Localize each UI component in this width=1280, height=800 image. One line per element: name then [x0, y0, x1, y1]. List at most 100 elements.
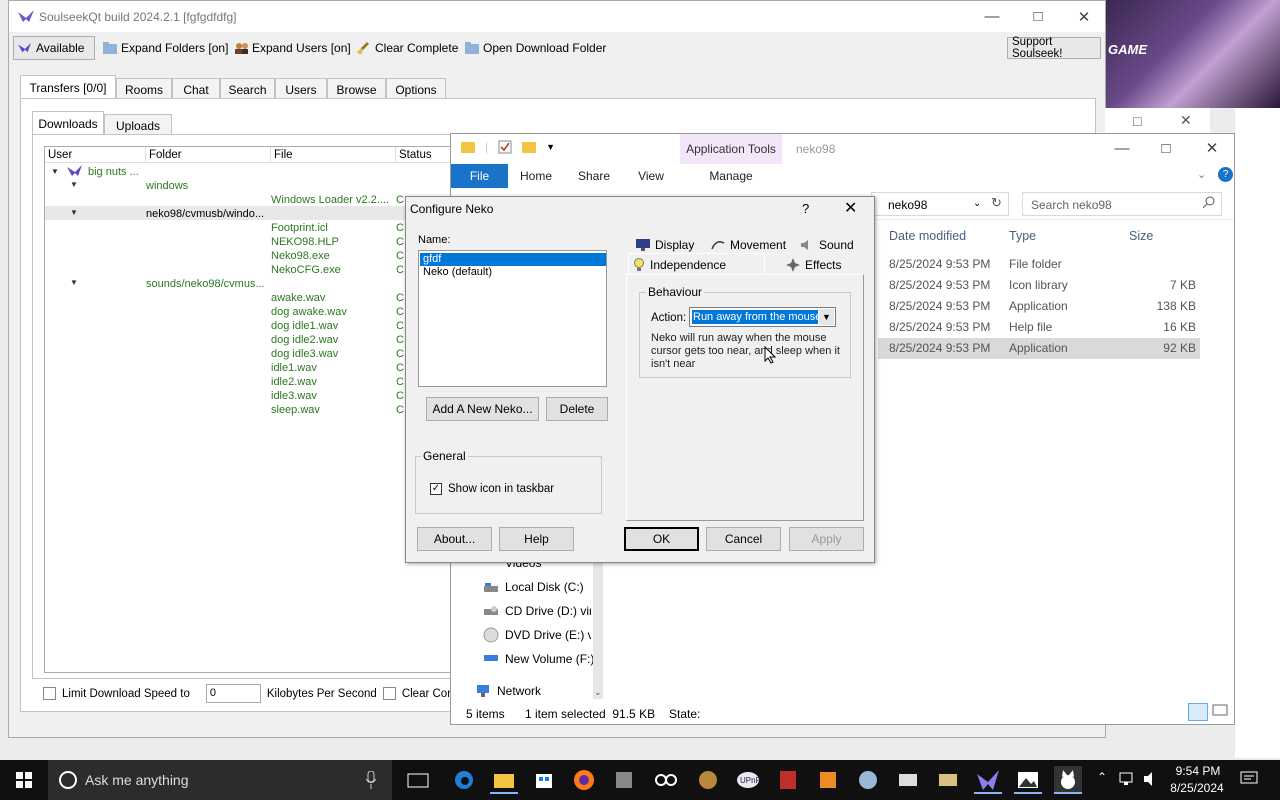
- file-row[interactable]: 8/25/2024 9:53 PM Icon library 7 KB: [878, 275, 1200, 296]
- new-folder-icon[interactable]: [522, 140, 537, 154]
- tab-share[interactable]: Share: [569, 164, 619, 188]
- tab-view[interactable]: View: [626, 164, 676, 188]
- maximize-button[interactable]: □: [1015, 1, 1061, 32]
- about-button[interactable]: About...: [417, 527, 492, 551]
- file-row[interactable]: idle3.wav: [271, 389, 317, 403]
- add-neko-button[interactable]: Add A New Neko...: [426, 397, 539, 421]
- dropdown-arrow-icon[interactable]: ▼: [819, 309, 834, 325]
- file-explorer-icon[interactable]: [490, 766, 518, 794]
- show-icon-checkbox[interactable]: ✓: [430, 483, 442, 495]
- downloads-tree[interactable]: User Folder File Status ▼ big nuts ... ▼…: [44, 146, 459, 673]
- column-header-size[interactable]: Size: [1129, 229, 1153, 243]
- network-tray-icon[interactable]: [1118, 771, 1136, 787]
- minimize-button[interactable]: —: [969, 1, 1015, 32]
- nav-item-network[interactable]: Network: [497, 684, 541, 698]
- clock-time[interactable]: 9:54 PM: [1174, 764, 1222, 778]
- tab-chat[interactable]: Chat: [172, 78, 220, 100]
- open-download-folder-button[interactable]: Open Download Folder: [461, 37, 610, 59]
- folder-app-icon[interactable]: [934, 766, 962, 794]
- volume-tray-icon[interactable]: [1143, 771, 1159, 787]
- tab-downloads[interactable]: Downloads: [32, 111, 104, 136]
- clear-complete-checkbox[interactable]: [382, 687, 396, 700]
- file-row[interactable]: 8/25/2024 9:53 PM File folder: [878, 254, 1200, 275]
- file-row[interactable]: Windows Loader v2.2....: [271, 193, 389, 207]
- soulseek-taskbar-icon[interactable]: [974, 766, 1002, 794]
- collapse-arrow-icon[interactable]: ▼: [70, 208, 78, 217]
- file-row-selected[interactable]: 8/25/2024 9:53 PM Application 92 KB: [878, 338, 1200, 359]
- edge-icon[interactable]: [450, 766, 478, 794]
- file-row[interactable]: dog idle1.wav: [271, 319, 338, 333]
- list-item-selected[interactable]: gfdf: [420, 253, 606, 266]
- file-row[interactable]: sleep.wav: [271, 403, 320, 417]
- microphone-icon[interactable]: [366, 771, 376, 789]
- nav-scrollbar[interactable]: [593, 554, 603, 699]
- column-header-date[interactable]: Date modified: [889, 229, 966, 243]
- dialog-help-button[interactable]: ?: [802, 201, 809, 216]
- tab-home[interactable]: Home: [511, 164, 561, 188]
- tab-file[interactable]: File: [451, 164, 508, 188]
- file-row[interactable]: 8/25/2024 9:53 PM Help file 16 KB: [878, 317, 1200, 338]
- store-icon[interactable]: [530, 766, 558, 794]
- column-header-type[interactable]: Type: [1009, 229, 1036, 243]
- search-icon[interactable]: [1203, 196, 1215, 208]
- column-header-user[interactable]: User: [45, 147, 146, 163]
- paint-app-icon[interactable]: [814, 766, 842, 794]
- file-row[interactable]: awake.wav: [271, 291, 325, 305]
- close-button[interactable]: ✕: [1061, 1, 1107, 32]
- tab-search[interactable]: Search: [220, 78, 275, 100]
- collapse-arrow-icon[interactable]: ▼: [70, 278, 78, 287]
- column-header-file[interactable]: File: [271, 147, 396, 163]
- column-header-folder[interactable]: Folder: [146, 147, 271, 163]
- collapse-arrow-icon[interactable]: ▼: [51, 167, 59, 176]
- tab-browse[interactable]: Browse: [327, 78, 386, 100]
- tab-display[interactable]: Display: [632, 235, 698, 254]
- nav-item-dvd-drive[interactable]: DVD Drive (E:) vi: [505, 628, 591, 642]
- minimize-button[interactable]: —: [1099, 134, 1145, 162]
- limit-speed-checkbox[interactable]: [43, 687, 56, 700]
- folder-row[interactable]: windows: [146, 179, 188, 193]
- dialog-close-button[interactable]: ✕: [844, 198, 857, 218]
- support-soulseek-button[interactable]: Support Soulseek!: [1007, 36, 1101, 60]
- folder-icon[interactable]: [461, 140, 475, 154]
- customize-arrow-icon[interactable]: ▼: [546, 142, 555, 152]
- tab-movement[interactable]: Movement: [707, 235, 790, 254]
- details-view-icon[interactable]: [1188, 703, 1208, 721]
- clear-complete-button[interactable]: Clear Complete: [353, 37, 462, 59]
- expand-users-button[interactable]: Expand Users [on]: [230, 37, 355, 59]
- maximize-button[interactable]: □: [1143, 134, 1189, 162]
- action-select[interactable]: Run away from the mouse ▼: [689, 307, 836, 327]
- neko-name-list[interactable]: gfdf Neko (default): [418, 250, 607, 387]
- nav-item-cd-drive[interactable]: CD Drive (D:) virt: [505, 604, 591, 618]
- delete-button[interactable]: Delete: [546, 397, 608, 421]
- game-app-icon[interactable]: [774, 766, 802, 794]
- file-row[interactable]: dog awake.wav: [271, 305, 347, 319]
- cancel-button[interactable]: Cancel: [706, 527, 781, 551]
- tab-effects[interactable]: Effects: [782, 255, 845, 274]
- help-button[interactable]: Help: [499, 527, 574, 551]
- glasses-icon[interactable]: [652, 766, 680, 794]
- tab-independence[interactable]: Independence: [628, 253, 765, 275]
- file-row[interactable]: Footprint.icl: [271, 221, 328, 235]
- clock-date[interactable]: 8/25/2024: [1166, 781, 1228, 795]
- folder-row[interactable]: sounds/neko98/cvmus...: [146, 277, 265, 291]
- cortana-search-box[interactable]: Ask me anything: [48, 760, 392, 800]
- file-row[interactable]: idle1.wav: [271, 361, 317, 375]
- close-icon[interactable]: ✕: [1180, 112, 1192, 129]
- start-button[interactable]: [0, 760, 48, 800]
- music-app-icon[interactable]: [694, 766, 722, 794]
- tab-transfers[interactable]: Transfers [0/0]: [20, 75, 116, 100]
- close-button[interactable]: ✕: [1189, 134, 1235, 162]
- properties-icon[interactable]: [498, 140, 512, 154]
- list-item[interactable]: Neko (default): [420, 266, 606, 279]
- firefox-icon[interactable]: [570, 766, 598, 794]
- available-button[interactable]: Available: [13, 36, 95, 60]
- refresh-icon[interactable]: ↻: [991, 195, 1002, 211]
- calculator-icon[interactable]: [610, 766, 638, 794]
- task-view-icon[interactable]: [404, 766, 432, 794]
- collapse-arrow-icon[interactable]: ▼: [70, 180, 78, 189]
- tray-overflow-icon[interactable]: ⌃: [1097, 770, 1107, 784]
- scroll-down-icon[interactable]: ⌄: [594, 687, 602, 698]
- neko-taskbar-icon[interactable]: [1054, 766, 1082, 794]
- address-dropdown-icon[interactable]: ⌄: [973, 198, 981, 209]
- file-row[interactable]: dog idle2.wav: [271, 333, 338, 347]
